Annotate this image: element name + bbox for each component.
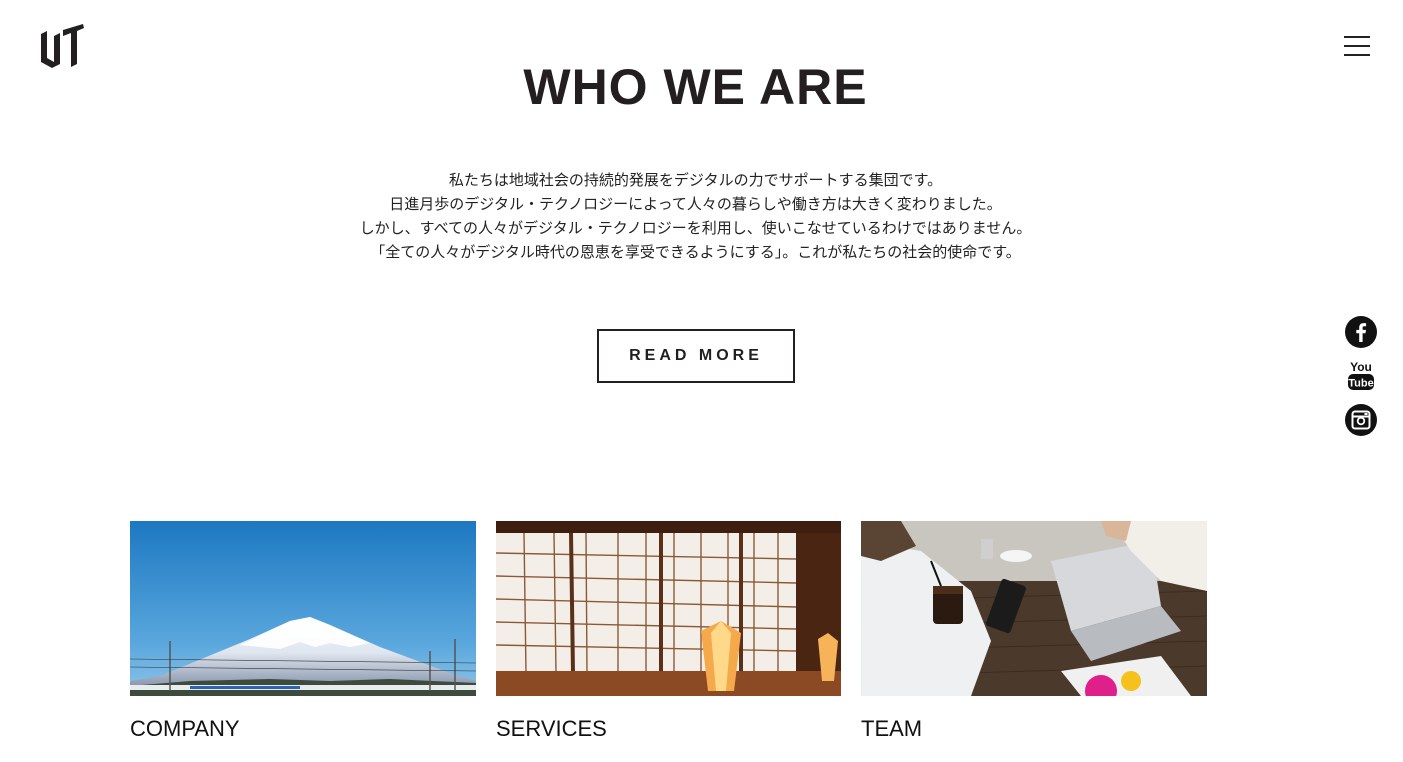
youtube-icon[interactable]: You Tube — [1344, 358, 1378, 392]
card-label: SERVICES — [496, 716, 607, 741]
instagram-icon[interactable] — [1344, 403, 1378, 437]
menu-line — [1344, 54, 1370, 56]
menu-line — [1344, 36, 1370, 38]
card-services[interactable]: SERVICES — [496, 521, 841, 742]
intro-line: 私たちは地域社会の持続的発展をデジタルの力でサポートする集団です。 — [448, 171, 943, 189]
japanese-shoji-room-image — [496, 521, 841, 696]
facebook-icon[interactable] — [1344, 315, 1378, 349]
mount-fuji-bullet-train-image — [130, 521, 476, 696]
svg-text:Tube: Tube — [1348, 378, 1373, 390]
svg-text:You: You — [1350, 360, 1372, 374]
intro-line: しかし、すべての人々がデジタル・テクノロジーを利用し、使いこなせているわけではあ… — [359, 219, 1032, 237]
intro-paragraph: 私たちは地域社会の持続的発展をデジタルの力でサポートする集団です。 日進月歩のデ… — [0, 168, 1391, 264]
intro-line: 日進月歩のデジタル・テクノロジーによって人々の暮らしや働き方は大きく変わりました… — [389, 195, 1002, 213]
menu-line — [1344, 45, 1370, 47]
section-title: WHO WE ARE — [523, 59, 868, 115]
card-team[interactable]: TEAM — [861, 521, 1207, 742]
intro-line: 「全ての人々がデジタル時代の恩恵を享受できるようにする」。これが私たちの社会的使… — [370, 243, 1021, 261]
card-label: TEAM — [861, 716, 923, 741]
cafe-meeting-devices-image — [861, 521, 1207, 696]
read-more-button[interactable]: READ MORE — [597, 329, 795, 383]
card-company[interactable]: COMPANY — [130, 521, 476, 742]
card-label: COMPANY — [130, 716, 240, 741]
page: WHO WE ARE 私たちは地域社会の持続的発展をデジタルの力でサポートする集… — [0, 0, 1403, 762]
hamburger-menu-icon[interactable] — [1344, 34, 1372, 58]
